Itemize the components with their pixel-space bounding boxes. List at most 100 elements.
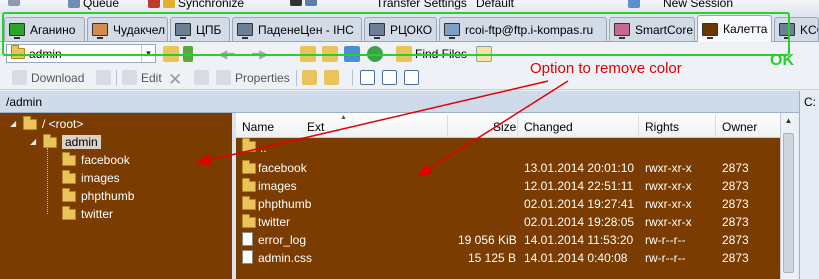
- file-row[interactable]: images 12.01.2014 22:51:11 rwxr-xr-x 287…: [236, 177, 780, 195]
- properties-icon: [216, 70, 231, 85]
- file-actions-toolbar: Download Edit ✕ Properties: [0, 66, 819, 90]
- home-button[interactable]: [344, 45, 360, 63]
- root-dir-button[interactable]: [322, 45, 338, 63]
- column-name[interactable]: Name: [242, 120, 274, 134]
- sort-ascending-icon: ▲: [340, 114, 347, 121]
- rename-button[interactable]: [194, 70, 209, 85]
- folder-icon: [62, 187, 76, 202]
- invert-selection-button[interactable]: [404, 70, 419, 85]
- file-row[interactable]: admin.css 15 125 B 14.01.2014 0:40:08 rw…: [236, 249, 780, 267]
- current-path-header: /admin: [0, 91, 799, 113]
- open-folder-button[interactable]: [163, 45, 179, 63]
- gear-icon[interactable]: [8, 0, 20, 6]
- find-files-button[interactable]: Find Files: [396, 45, 467, 63]
- transfer-settings[interactable]: Transfer Settings Default: [376, 0, 514, 10]
- back-arrow-icon: ◀━: [218, 47, 235, 61]
- tab-aganino[interactable]: Аганино: [4, 17, 85, 41]
- tree-node-facebook[interactable]: facebook: [62, 151, 130, 167]
- scroll-up-icon[interactable]: ▲: [781, 113, 796, 128]
- folder-icon: [62, 169, 76, 184]
- file-list-scrollbar[interactable]: ▲: [780, 113, 796, 279]
- synchronize-button[interactable]: Synchronize: [148, 0, 244, 10]
- computer-icon: [9, 23, 25, 39]
- tab-cpb[interactable]: ЦПБ: [170, 17, 230, 41]
- column-ext[interactable]: Ext: [307, 120, 324, 134]
- tree-lines: [47, 148, 59, 214]
- collapse-icon[interactable]: ◢: [30, 138, 38, 146]
- properties-button[interactable]: Properties: [216, 70, 290, 85]
- column-separator[interactable]: [638, 115, 639, 136]
- computer-icon: [444, 23, 460, 39]
- tree-toggle-button[interactable]: [476, 45, 492, 63]
- minus-icon: [382, 70, 397, 85]
- folder-icon: [242, 160, 256, 174]
- session-tabs: Аганино Чудакчел ЦПБ ПаденеЦен - IHC РЦО…: [0, 12, 819, 42]
- unselect-button[interactable]: [382, 70, 397, 85]
- tree-node-images[interactable]: images: [62, 169, 120, 185]
- terminal-button[interactable]: [290, 0, 317, 6]
- column-owner[interactable]: Owner: [722, 120, 757, 134]
- root-dir-icon: [322, 46, 338, 62]
- queue-button[interactable]: Queue: [68, 0, 119, 10]
- column-rights[interactable]: Rights: [645, 120, 679, 134]
- tab-rcoi-ftp[interactable]: rcoi-ftp@ftp.i-kompas.ru: [439, 17, 607, 41]
- copy-icon: [96, 70, 111, 85]
- tab-kaletta[interactable]: Калетта: [697, 15, 772, 42]
- file-row[interactable]: twitter 02.01.2014 19:28:05 rwxr-xr-x 28…: [236, 213, 780, 231]
- edit-button[interactable]: Edit: [122, 70, 162, 85]
- forward-arrow-icon: ━▶: [252, 47, 269, 61]
- tree-node-twitter[interactable]: twitter: [62, 205, 113, 221]
- tree-node-phpthumb[interactable]: phpthumb: [62, 187, 134, 203]
- chevron-down-icon[interactable]: ▼: [141, 45, 155, 62]
- column-separator[interactable]: [447, 115, 448, 136]
- forward-button[interactable]: ━▶: [252, 45, 268, 63]
- scroll-thumb[interactable]: [783, 133, 794, 273]
- delete-button[interactable]: ✕: [168, 70, 182, 90]
- queue-icon: [68, 0, 80, 8]
- toolbar-separator: [296, 70, 297, 86]
- parent-dir-button[interactable]: [300, 45, 316, 63]
- new-file-button[interactable]: [324, 70, 339, 85]
- tree-node-admin[interactable]: ◢ admin: [30, 133, 101, 149]
- tab-chudakchel[interactable]: Чудакчел: [87, 17, 168, 41]
- tree-node-root[interactable]: ◢ / <root>: [10, 115, 83, 131]
- folder-icon: [242, 214, 256, 228]
- copy-button[interactable]: [96, 70, 111, 85]
- path-combo[interactable]: admin ▼: [6, 44, 156, 63]
- open-folder-icon: [163, 46, 179, 62]
- sync-icon: [148, 0, 160, 8]
- column-changed[interactable]: Changed: [524, 120, 573, 134]
- filter-button[interactable]: [183, 45, 193, 63]
- file-row[interactable]: error_log 19 056 KiB 14.01.2014 11:53:20…: [236, 231, 780, 249]
- column-separator[interactable]: [517, 115, 518, 136]
- tab-rcoko[interactable]: РЦОКО: [364, 17, 437, 41]
- file-row[interactable]: phpthumb 02.01.2014 19:27:41 rwxr-xr-x 2…: [236, 195, 780, 213]
- css-file-icon: [242, 250, 253, 264]
- computer-icon: [175, 23, 191, 39]
- column-separator[interactable]: [715, 115, 716, 136]
- toolbar-separator: [116, 70, 117, 86]
- file-row[interactable]: facebook 13.01.2014 20:01:10 rwxr-xr-x 2…: [236, 159, 780, 177]
- collapse-icon[interactable]: ◢: [10, 120, 18, 128]
- preferences-icon: [305, 0, 317, 6]
- computer-icon: [702, 22, 718, 39]
- select-all-button[interactable]: [360, 70, 375, 85]
- back-button[interactable]: ◀━: [218, 45, 234, 63]
- new-session-button[interactable]: New Session: [628, 0, 733, 10]
- file-row-parent[interactable]: ..: [236, 138, 780, 157]
- download-icon: [12, 70, 27, 85]
- remove-color-annotation: Option to remove color: [530, 60, 682, 77]
- download-button[interactable]: Download: [12, 70, 84, 85]
- find-files-icon: [396, 46, 412, 62]
- directory-tree: ◢ / <root> ◢ admin facebook images phpth…: [0, 113, 232, 279]
- tab-padenecen[interactable]: ПаденеЦен - IHC: [232, 17, 362, 41]
- computer-icon: [237, 23, 253, 39]
- tab-kcc[interactable]: KCC: [774, 17, 819, 41]
- folder-icon: [242, 196, 256, 210]
- refresh-button[interactable]: [367, 45, 383, 63]
- parent-directory-icon: [242, 138, 256, 155]
- folder-icon: [11, 45, 25, 59]
- new-folder-button[interactable]: [302, 70, 317, 85]
- column-size[interactable]: Size: [493, 120, 516, 134]
- tab-smartcore[interactable]: SmartCore: [609, 17, 695, 41]
